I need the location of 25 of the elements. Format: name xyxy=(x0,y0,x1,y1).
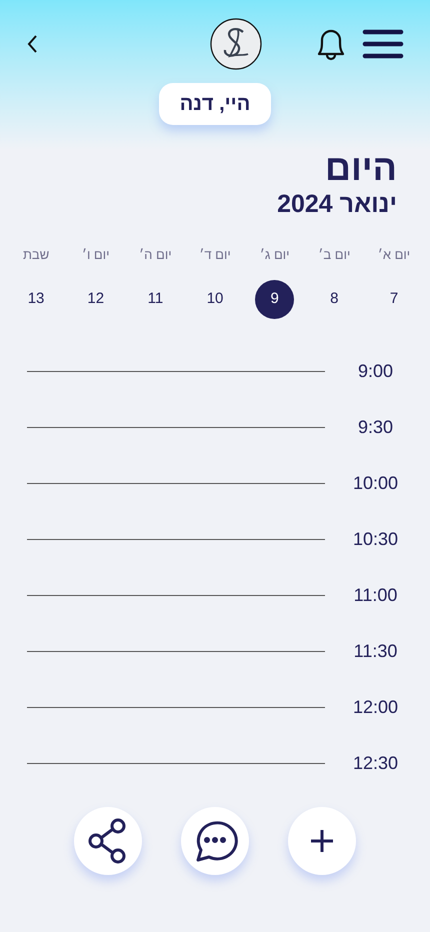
date-button[interactable]: 7 xyxy=(374,280,414,318)
time-label: 9:00 xyxy=(356,360,394,383)
time-label: 9:30 xyxy=(356,416,394,439)
time-label: 12:30 xyxy=(352,752,400,775)
date-button[interactable]: 12 xyxy=(76,280,116,318)
time-label: 10:30 xyxy=(352,528,400,551)
weekday-label: יום ב׳ xyxy=(318,246,350,264)
greeting-badge: היי, דנה xyxy=(158,83,272,125)
weekday-label: יום א׳ xyxy=(378,246,410,264)
weekday-label: יום ג׳ xyxy=(260,246,290,264)
date-button[interactable]: 8 xyxy=(314,280,354,318)
weekday-label: יום ד׳ xyxy=(199,246,231,264)
date-button[interactable]: 9 xyxy=(255,280,294,318)
date-button[interactable]: 10 xyxy=(196,280,235,318)
time-label: 11:30 xyxy=(352,640,398,663)
time-label: 10:00 xyxy=(352,472,400,495)
time-label: 11:00 xyxy=(352,584,398,607)
time-label: 12:00 xyxy=(352,696,400,719)
weekday-label: יום ו׳ xyxy=(82,246,110,264)
month-label: ינואר 2024 xyxy=(277,189,397,219)
page-title: היום xyxy=(325,147,397,189)
date-button[interactable]: 13 xyxy=(16,280,56,318)
weekday-label: שבת xyxy=(22,246,50,264)
date-button[interactable]: 11 xyxy=(136,280,175,318)
weekday-label: יום ה׳ xyxy=(139,246,172,264)
